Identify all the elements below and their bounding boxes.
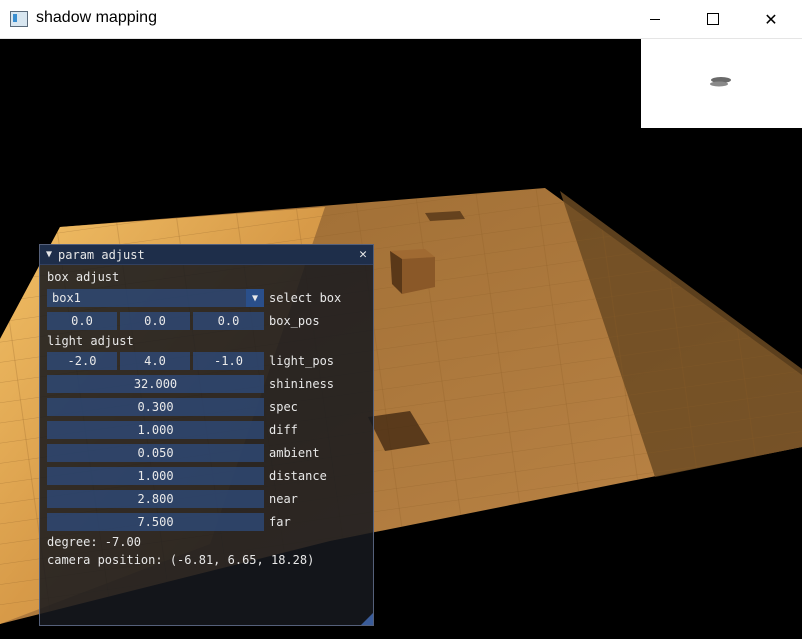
spec-label: spec <box>269 400 298 414</box>
degree-readout: degree: -7.00 <box>47 535 141 549</box>
ambient-slider[interactable]: 0.050 <box>47 444 264 462</box>
chevron-down-icon[interactable]: ▼ <box>246 289 264 307</box>
shininess-label: shininess <box>269 377 335 391</box>
resize-grip-icon[interactable] <box>361 613 373 625</box>
panel-close-icon[interactable]: ✕ <box>359 247 367 262</box>
light-pos-x[interactable]: -2.0 <box>47 352 117 370</box>
box-adjust-heading: box adjust <box>47 270 120 284</box>
box-pos-y[interactable]: 0.0 <box>120 312 190 330</box>
panel-header[interactable]: ▼ param adjust ✕ <box>40 245 373 265</box>
minimize-button[interactable] <box>632 0 678 38</box>
spec-slider[interactable]: 0.300 <box>47 398 264 416</box>
title-bar: shadow mapping ✕ <box>0 0 802 39</box>
depth-map-shape <box>710 77 731 87</box>
select-box-label: select box <box>269 291 342 305</box>
camera-position-readout: camera position: (-6.81, 6.65, 18.28) <box>47 553 315 567</box>
distance-slider[interactable]: 1.000 <box>47 467 264 485</box>
app-icon <box>10 11 28 27</box>
shininess-slider[interactable]: 32.000 <box>47 375 264 393</box>
light-adjust-heading: light adjust <box>47 334 134 348</box>
collapse-triangle-icon[interactable]: ▼ <box>46 249 52 260</box>
light-pos-y[interactable]: 4.0 <box>120 352 190 370</box>
window-title: shadow mapping <box>36 9 157 26</box>
diff-slider[interactable]: 1.000 <box>47 421 264 439</box>
box-pos-x[interactable]: 0.0 <box>47 312 117 330</box>
param-adjust-panel[interactable]: ▼ param adjust ✕ box adjust box1 ▼ selec… <box>39 244 374 626</box>
diff-label: diff <box>269 423 298 437</box>
ambient-label: ambient <box>269 446 320 460</box>
select-box-value: box1 <box>52 291 81 305</box>
box-pos-label: box_pos <box>269 314 320 328</box>
near-slider[interactable]: 2.800 <box>47 490 264 508</box>
close-icon: ✕ <box>764 9 778 29</box>
minimize-icon <box>650 18 660 20</box>
select-box-combo[interactable]: box1 ▼ <box>47 289 264 307</box>
far-label: far <box>269 515 291 529</box>
maximize-button[interactable] <box>690 0 736 38</box>
light-pos-z[interactable]: -1.0 <box>193 352 264 370</box>
box-pos-z[interactable]: 0.0 <box>193 312 264 330</box>
maximize-icon <box>707 13 719 25</box>
far-slider[interactable]: 7.500 <box>47 513 264 531</box>
depth-map-preview <box>641 39 802 128</box>
light-pos-label: light_pos <box>269 354 335 368</box>
panel-title: param adjust <box>58 247 145 262</box>
close-button[interactable]: ✕ <box>748 0 794 38</box>
distance-label: distance <box>269 469 327 483</box>
near-label: near <box>269 492 298 506</box>
